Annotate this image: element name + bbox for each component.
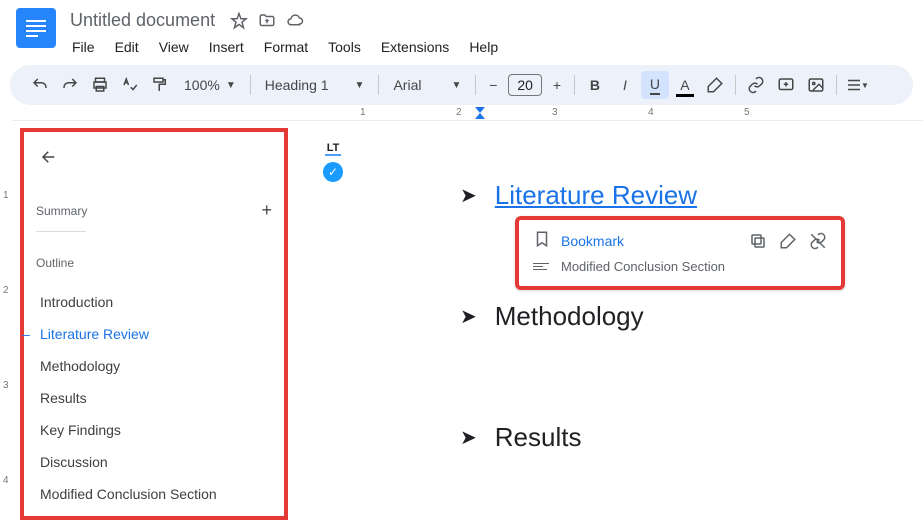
fontsize-input[interactable]: 20 xyxy=(508,74,542,96)
heading-lines-icon xyxy=(533,263,549,270)
zoom-select[interactable]: 100%▼ xyxy=(176,73,244,97)
zoom-value: 100% xyxy=(184,77,220,93)
underline-button[interactable]: U xyxy=(641,71,669,99)
lt-label: LT xyxy=(325,142,342,156)
ruler-tick: 1 xyxy=(360,107,366,118)
outline-label: Outline xyxy=(36,256,272,270)
menu-edit[interactable]: Edit xyxy=(107,35,147,59)
vruler-tick: 1 xyxy=(3,190,9,201)
font-value: Arial xyxy=(393,77,421,93)
menu-extensions[interactable]: Extensions xyxy=(373,35,457,59)
menu-insert[interactable]: Insert xyxy=(201,35,252,59)
link-button[interactable] xyxy=(742,71,770,99)
menu-format[interactable]: Format xyxy=(256,35,316,59)
menu-tools[interactable]: Tools xyxy=(320,35,369,59)
docs-logo[interactable] xyxy=(16,8,56,48)
image-button[interactable] xyxy=(802,71,830,99)
star-icon[interactable] xyxy=(229,11,249,31)
style-value: Heading 1 xyxy=(265,77,329,93)
bookmark-context: Modified Conclusion Section xyxy=(561,259,725,274)
copy-link-button[interactable] xyxy=(749,232,767,250)
bookmark-link[interactable]: Bookmark xyxy=(561,233,737,249)
horizontal-ruler: 1 2 3 4 5 xyxy=(12,105,923,121)
remove-link-button[interactable] xyxy=(809,232,827,250)
ruler-tick: 5 xyxy=(744,107,750,118)
heading-literature-review[interactable]: Literature Review xyxy=(495,180,697,211)
ruler-tick: 3 xyxy=(552,107,558,118)
highlight-button[interactable] xyxy=(701,71,729,99)
outline-back-button[interactable] xyxy=(36,144,272,176)
undo-button[interactable] xyxy=(26,71,54,99)
fontsize-decrease[interactable]: − xyxy=(482,74,504,96)
outline-item-key-findings[interactable]: Key Findings xyxy=(36,414,272,446)
style-select[interactable]: Heading 1▼ xyxy=(257,73,373,97)
ruler-tick: 4 xyxy=(648,107,654,118)
toolbar: 100%▼ Heading 1▼ Arial▼ − 20 + B I U A ▼ xyxy=(10,65,913,105)
redo-button[interactable] xyxy=(56,71,84,99)
heading-results[interactable]: Results xyxy=(495,422,582,453)
outline-item-conclusion[interactable]: Modified Conclusion Section xyxy=(36,478,272,510)
document-title[interactable]: Untitled document xyxy=(64,8,221,33)
font-select[interactable]: Arial▼ xyxy=(385,73,469,97)
ruler-tick: 2 xyxy=(456,107,462,118)
outline-panel: Summary + Outline Introduction Literatur… xyxy=(20,128,288,520)
outline-item-discussion[interactable]: Discussion xyxy=(36,446,272,478)
summary-label: Summary xyxy=(36,204,87,218)
fontsize-increase[interactable]: + xyxy=(546,74,568,96)
document-canvas[interactable]: ➤ Literature Review ➤ Methodology ➤ Resu… xyxy=(340,130,923,453)
italic-button[interactable]: I xyxy=(611,71,639,99)
menu-bar: File Edit View Insert Format Tools Exten… xyxy=(64,35,907,59)
vruler-tick: 4 xyxy=(3,475,9,486)
outline-item-methodology[interactable]: Methodology xyxy=(36,350,272,382)
menu-file[interactable]: File xyxy=(64,35,103,59)
outline-item-literature-review[interactable]: Literature Review xyxy=(36,318,272,350)
indent-marker-icon[interactable] xyxy=(475,107,485,113)
vruler-tick: 3 xyxy=(3,380,9,391)
heading-methodology[interactable]: Methodology xyxy=(495,301,644,332)
paint-format-button[interactable] xyxy=(146,71,174,99)
add-summary-button[interactable]: + xyxy=(261,200,272,221)
outline-item-results[interactable]: Results xyxy=(36,382,272,414)
comment-button[interactable] xyxy=(772,71,800,99)
bookmark-popup: Bookmark Modified Conclusion Section xyxy=(515,216,845,290)
menu-view[interactable]: View xyxy=(151,35,197,59)
vruler-tick: 2 xyxy=(3,285,9,296)
bullet-arrow-icon: ➤ xyxy=(460,425,477,450)
menu-help[interactable]: Help xyxy=(461,35,506,59)
divider xyxy=(36,231,86,232)
cloud-icon[interactable] xyxy=(285,11,305,31)
align-button[interactable]: ▼ xyxy=(843,71,871,99)
text-color-button[interactable]: A xyxy=(671,71,699,99)
edit-link-button[interactable] xyxy=(779,232,797,250)
print-button[interactable] xyxy=(86,71,114,99)
spellcheck-button[interactable] xyxy=(116,71,144,99)
bullet-arrow-icon: ➤ xyxy=(460,304,477,329)
move-icon[interactable] xyxy=(257,11,277,31)
outline-item-introduction[interactable]: Introduction xyxy=(36,286,272,318)
bullet-arrow-icon: ➤ xyxy=(460,183,477,208)
bold-button[interactable]: B xyxy=(581,71,609,99)
bookmark-icon xyxy=(533,230,549,251)
vertical-ruler: 1 2 3 4 xyxy=(0,130,14,530)
indent-marker-icon[interactable] xyxy=(475,113,485,119)
